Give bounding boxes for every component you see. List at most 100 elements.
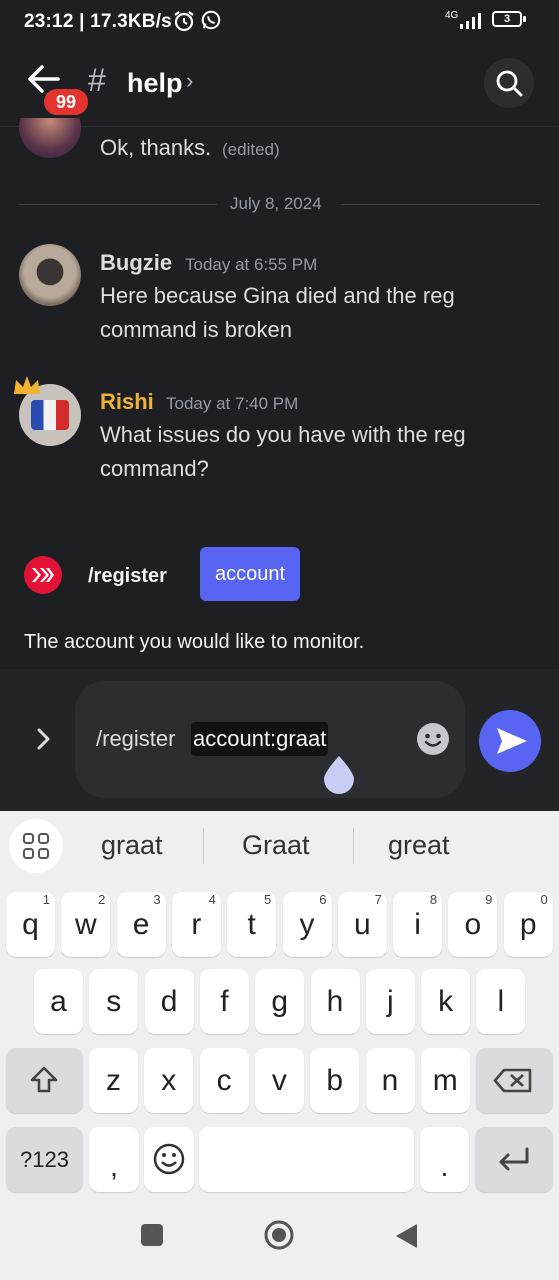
period-key[interactable]: . (420, 1127, 469, 1192)
emoji-icon[interactable] (416, 722, 450, 761)
message-text-previous: Ok, thanks. (100, 135, 212, 160)
command-name[interactable]: /register (88, 565, 167, 588)
option-description: The account you would like to monitor. (24, 631, 365, 653)
network-type: 4G (445, 10, 459, 21)
key-s[interactable]: s (89, 969, 139, 1034)
timestamp-rishi: Today at 7:40 PM (166, 394, 299, 413)
key-letter: e (132, 908, 150, 941)
key-number-hint: 0 (540, 892, 548, 907)
signal-icon (458, 12, 486, 36)
expand-chevron-icon[interactable] (33, 726, 53, 757)
key-number-hint: 3 (153, 892, 161, 907)
key-x[interactable]: x (144, 1048, 194, 1113)
avatar-bugzie[interactable] (19, 244, 81, 306)
key-number-hint: 2 (98, 892, 106, 907)
suggestion-2[interactable]: Graat (242, 830, 310, 861)
enter-icon (499, 1147, 529, 1171)
comma-key[interactable]: , (89, 1127, 139, 1192)
key-k[interactable]: k (421, 969, 471, 1034)
space-key[interactable] (199, 1127, 414, 1192)
key-a[interactable]: a (34, 969, 83, 1034)
key-f[interactable]: f (199, 969, 249, 1034)
edited-label: (edited) (222, 140, 280, 159)
whatsapp-icon (200, 9, 222, 37)
send-button[interactable] (479, 710, 541, 772)
key-p[interactable]: p0 (503, 892, 553, 957)
key-h[interactable]: h (310, 969, 360, 1034)
key-letter: o (464, 908, 482, 941)
grid-icon (23, 833, 49, 859)
key-letter: i (414, 908, 421, 941)
avatar-previous[interactable] (19, 118, 81, 158)
key-letter: q (22, 908, 39, 941)
hive-app-icon (24, 556, 62, 594)
shift-arrow-icon (30, 1066, 58, 1093)
input-command-text[interactable]: /register (96, 726, 175, 752)
recents-nav-icon[interactable] (140, 1223, 164, 1252)
key-q[interactable]: q1 (6, 892, 55, 957)
key-number-hint: 9 (485, 892, 493, 907)
key-n[interactable]: n (365, 1048, 415, 1113)
key-letter: t (247, 908, 256, 941)
battery-tip (523, 16, 526, 22)
key-i[interactable]: i8 (393, 892, 443, 957)
key-o[interactable]: o9 (448, 892, 498, 957)
backspace-key[interactable] (476, 1048, 553, 1113)
enter-key[interactable] (475, 1127, 553, 1192)
key-t[interactable]: t5 (227, 892, 277, 957)
key-g[interactable]: g (255, 969, 305, 1034)
home-nav-icon[interactable] (263, 1219, 295, 1256)
status-time: 23:12 | 17.3KB/s (24, 11, 172, 32)
key-number-hint: 7 (374, 892, 382, 907)
key-letter: r (191, 908, 202, 941)
search-button[interactable] (484, 58, 534, 108)
key-number-hint: 6 (319, 892, 327, 907)
input-option-chip[interactable]: account:graat (191, 722, 329, 756)
alarm-icon (172, 9, 196, 39)
key-u[interactable]: u7 (337, 892, 387, 957)
key-z[interactable]: z (89, 1048, 138, 1113)
key-letter: w (74, 908, 97, 941)
key-number-hint: 1 (42, 892, 50, 907)
key-b[interactable]: b (310, 1048, 360, 1113)
key-d[interactable]: d (144, 969, 194, 1034)
key-v[interactable]: v (254, 1048, 304, 1113)
date-divider-line-left (19, 204, 217, 205)
symbols-key[interactable]: ?123 (6, 1127, 83, 1192)
shift-key[interactable] (6, 1048, 83, 1113)
key-j[interactable]: j (365, 969, 415, 1034)
timestamp-bugzie: Today at 6:55 PM (185, 255, 318, 274)
backspace-icon (493, 1068, 532, 1093)
key-c[interactable]: c (199, 1048, 249, 1113)
key-letter: u (353, 908, 371, 941)
key-letter: p (519, 908, 537, 941)
suggestion-3[interactable]: great (388, 830, 450, 861)
message-line: command is broken (100, 317, 292, 342)
suggestion-1[interactable]: graat (101, 830, 163, 861)
command-option-account[interactable]: account (200, 547, 300, 601)
status-bar: 23:12 | 17.3KB/s 4G 3 (0, 0, 559, 42)
channel-name[interactable]: help (127, 68, 183, 99)
crown-icon (12, 374, 42, 401)
username-bugzie[interactable]: Bugzie (100, 250, 172, 276)
key-e[interactable]: e3 (116, 892, 166, 957)
emoji-key[interactable] (144, 1127, 194, 1192)
key-w[interactable]: w2 (61, 892, 111, 957)
search-icon (496, 70, 523, 97)
key-m[interactable]: m (420, 1048, 470, 1113)
key-number-hint: 5 (263, 892, 272, 907)
key-r[interactable]: r4 (171, 892, 221, 957)
key-y[interactable]: y6 (282, 892, 332, 957)
key-letter: y (299, 908, 315, 941)
send-icon (497, 728, 527, 754)
message-line: Here because Gina died and the reg (100, 283, 455, 308)
emoji-icon (153, 1143, 185, 1175)
channel-header: 99 # help › (0, 42, 559, 127)
chevron-right-icon[interactable]: › (186, 68, 193, 94)
username-rishi[interactable]: Rishi (100, 389, 154, 415)
keyboard-apps-button[interactable] (9, 819, 63, 873)
message-line: What issues do you have with the reg (100, 422, 466, 447)
back-nav-icon[interactable] (393, 1222, 419, 1255)
text-cursor-handle[interactable] (322, 754, 356, 799)
key-l[interactable]: l (476, 969, 526, 1034)
